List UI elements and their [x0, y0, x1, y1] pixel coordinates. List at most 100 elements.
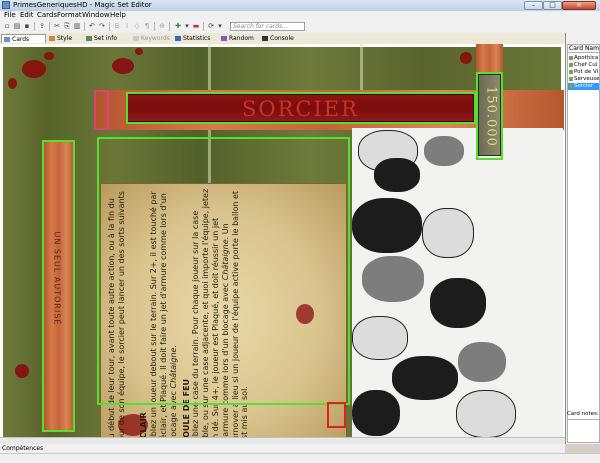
card-list-header[interactable]: Card Name — [567, 44, 600, 53]
tab-console[interactable]: Console — [260, 34, 302, 43]
add-card-dropdown-icon[interactable]: ▾ — [183, 22, 191, 30]
redo-icon[interactable]: ↷ — [98, 22, 106, 30]
tab-keywords[interactable]: Keywords — [131, 34, 172, 43]
card-icon — [569, 83, 573, 88]
menu-format[interactable]: Format — [57, 11, 82, 20]
rules-text-field-box[interactable] — [97, 137, 350, 405]
symbol-icon[interactable]: ◇ — [133, 22, 141, 30]
tab-random[interactable]: Random — [219, 34, 259, 43]
open-set-icon[interactable]: ▤ — [13, 22, 21, 30]
cards-icon — [4, 37, 10, 42]
card-list-item-label: Apothica — [574, 55, 599, 61]
blood-splatter — [112, 58, 134, 74]
toolbar-separator — [84, 22, 85, 31]
new-set-icon[interactable]: ▫ — [3, 22, 11, 30]
card-illustration[interactable] — [352, 128, 563, 440]
undo-icon[interactable]: ↶ — [88, 22, 96, 30]
cut-icon[interactable]: ✂ — [53, 22, 61, 30]
bold-icon[interactable]: B — [113, 22, 121, 30]
illustration-shape — [362, 256, 424, 302]
insert-symbol-icon[interactable]: ⊕ — [158, 22, 166, 30]
illustration-shape — [422, 208, 474, 258]
keywords-icon — [133, 36, 139, 41]
hidden-field-box[interactable] — [327, 402, 346, 428]
tab-console-label: Console — [270, 35, 294, 42]
menu-help[interactable]: Help — [110, 11, 126, 20]
status-bar: Compétences — [0, 444, 565, 453]
illustration-shape — [392, 356, 458, 400]
tab-keywords-label: Keywords — [141, 35, 170, 42]
tab-statistics[interactable]: Statistics — [173, 34, 218, 43]
tab-set-info[interactable]: Set info — [84, 34, 130, 43]
rotate-dropdown-icon[interactable]: ▾ — [216, 22, 224, 30]
side-text-field-box[interactable] — [42, 140, 75, 432]
blood-splatter — [44, 52, 54, 60]
minimize-button[interactable]: – — [524, 1, 543, 10]
card-icon — [569, 69, 573, 74]
illustration-shape — [456, 390, 516, 438]
cost-field-box[interactable] — [476, 72, 503, 160]
app-icon — [2, 1, 10, 9]
tab-cards[interactable]: Cards — [1, 34, 46, 43]
illustration-shape — [424, 136, 464, 166]
illustration-shape — [352, 316, 408, 360]
tab-statistics-label: Statistics — [183, 35, 211, 42]
illustration-shape — [352, 390, 400, 436]
card-icon — [569, 62, 573, 67]
blood-splatter — [15, 364, 29, 378]
close-button[interactable]: × — [562, 1, 596, 10]
copy-icon[interactable]: ⎘ — [63, 22, 71, 30]
set-info-icon — [86, 36, 92, 41]
toolbar-separator — [203, 22, 204, 31]
horizontal-scrollbar[interactable] — [0, 437, 565, 444]
card-icon — [569, 55, 573, 60]
blood-splatter — [8, 78, 17, 89]
menu-edit[interactable]: Edit — [20, 11, 34, 20]
card-notes-input[interactable] — [567, 419, 600, 443]
paste-icon[interactable]: ▥ — [73, 22, 81, 30]
italic-icon[interactable]: I — [123, 22, 131, 30]
menu-cards[interactable]: Cards — [37, 11, 57, 20]
export-icon[interactable]: ⇪ — [38, 22, 46, 30]
card-notes-label: Card notes: — [567, 411, 599, 417]
illustration-shape — [352, 198, 422, 253]
status-text: Compétences — [2, 445, 44, 452]
statistics-icon — [175, 36, 181, 41]
card-list-item[interactable]: Serveuse — [568, 76, 599, 83]
hidden-field-box[interactable] — [94, 90, 109, 130]
maximize-button[interactable]: □ — [543, 1, 562, 10]
window-title: PrimesGeneriquesHD - Magic Set Editor — [13, 1, 152, 9]
card-list-item[interactable]: Pot de Vi — [568, 69, 599, 76]
card-preview[interactable]: UN SEUL AUTORISÉ Au début de leur tour, … — [0, 44, 565, 444]
search-input[interactable]: Search for cards... — [230, 22, 305, 31]
save-set-icon[interactable]: ▪ — [23, 22, 31, 30]
style-icon — [49, 36, 55, 41]
illustration-shape — [458, 342, 506, 382]
tab-style[interactable]: Style — [47, 34, 83, 43]
card-list-item-label: Pot de Vi — [574, 69, 599, 75]
toolbar-separator — [169, 22, 170, 31]
card-list-item-label: Chef Cui — [574, 62, 598, 68]
name-field-box[interactable] — [126, 92, 476, 124]
card-list-item[interactable]: Apothica — [568, 55, 599, 62]
illustration-shape — [374, 158, 420, 192]
menu-bar: File Edit Cards Format Window Help — [0, 11, 600, 20]
blood-splatter — [22, 60, 46, 78]
card-list[interactable]: Apothica Chef Cui Pot de Vi Serveuse Sor… — [567, 53, 600, 425]
toolbar-separator — [49, 22, 50, 31]
rotate-card-icon[interactable]: ⟳ — [207, 22, 215, 30]
tab-random-label: Random — [229, 35, 254, 42]
reminder-text-icon[interactable]: ¶ — [143, 22, 151, 30]
menu-file[interactable]: File — [4, 11, 16, 20]
blood-splatter — [135, 48, 143, 55]
add-card-icon[interactable]: ✚ — [174, 22, 182, 30]
card-list-item-label: Sorcier — [574, 83, 594, 89]
remove-card-icon[interactable]: ▬ — [192, 22, 200, 30]
card-list-item-selected[interactable]: Sorcier — [568, 83, 599, 90]
toolbar-separator — [109, 22, 110, 31]
console-icon — [262, 36, 268, 41]
tab-set-info-label: Set info — [94, 35, 118, 42]
blood-splatter — [460, 52, 472, 64]
card-list-item[interactable]: Chef Cui — [568, 62, 599, 69]
menu-window[interactable]: Window — [82, 11, 110, 20]
